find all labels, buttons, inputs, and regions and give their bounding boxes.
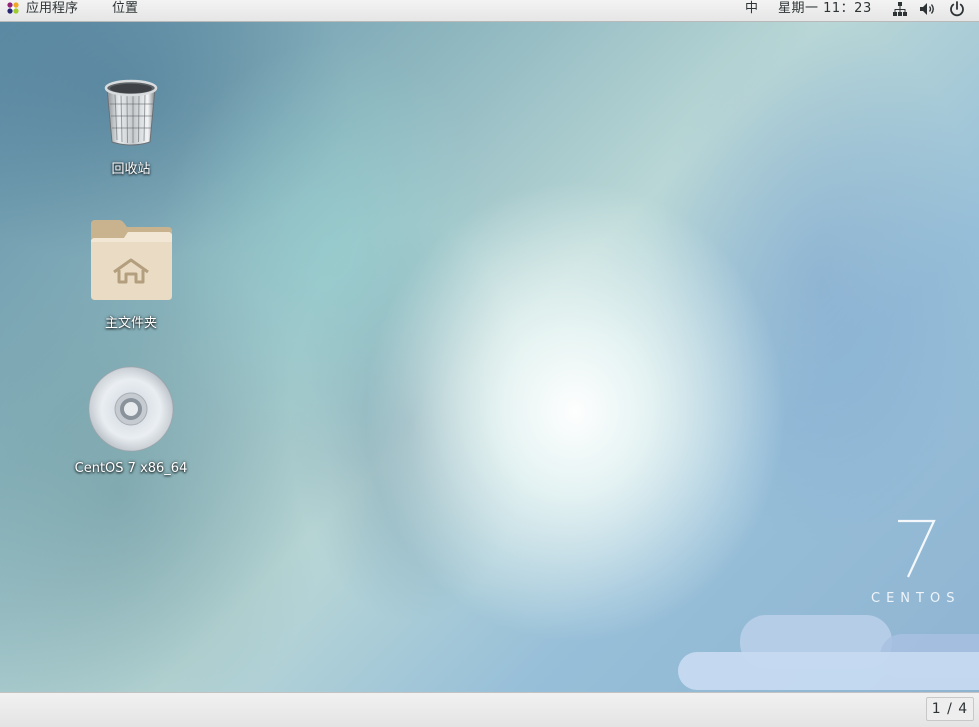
power-icon[interactable] <box>948 0 966 22</box>
desktop-background[interactable]: CENTOS 回收站 主文件夹 CentOS 7 x86_64 <box>0 22 979 692</box>
desktop-icon-label: 回收站 <box>111 162 151 177</box>
applications-menu[interactable]: 应用程序 <box>6 0 78 22</box>
desktop-icon-label: CentOS 7 x86_64 <box>74 461 188 476</box>
volume-icon[interactable] <box>919 1 937 23</box>
network-icon[interactable] <box>892 1 908 23</box>
desktop-icon-dvd[interactable]: CentOS 7 x86_64 <box>66 365 196 476</box>
home-folder-icon <box>91 220 172 300</box>
centos-seven-mark <box>898 519 936 578</box>
desktop-icon-home-folder[interactable]: 主文件夹 <box>66 218 196 331</box>
input-method-indicator[interactable]: 中 <box>745 0 758 22</box>
places-menu[interactable]: 位置 <box>112 0 138 22</box>
desktop-icon-label: 主文件夹 <box>104 316 157 331</box>
wallpaper-cloud <box>678 652 979 690</box>
gnome-foot-icon <box>6 1 20 21</box>
bottom-panel: 1 / 4 <box>0 692 979 727</box>
desktop-icon-trash[interactable]: 回收站 <box>66 74 196 177</box>
dvd-icon <box>88 366 174 452</box>
centos-watermark: CENTOS <box>871 591 961 606</box>
desktop-screen: 应用程序 位置 中 星期一 11：23 CENTOS 回收站 主文件夹 Cent… <box>0 0 979 727</box>
applications-menu-label: 应用程序 <box>26 1 79 16</box>
workspace-switcher[interactable]: 1 / 4 <box>926 697 974 721</box>
top-panel: 应用程序 位置 中 星期一 11：23 <box>0 0 979 22</box>
trash-icon <box>104 79 158 146</box>
clock[interactable]: 星期一 11：23 <box>778 0 872 22</box>
